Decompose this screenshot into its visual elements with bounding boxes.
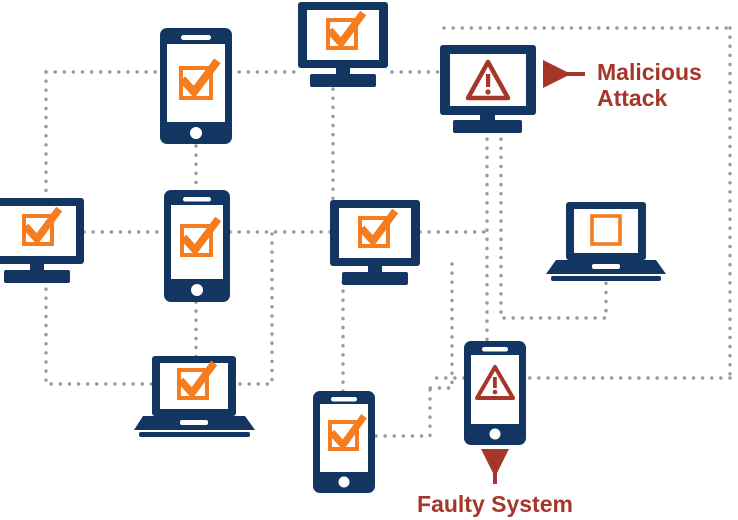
faulty-system-label: Faulty System xyxy=(417,491,573,517)
device-monitor-left[interactable] xyxy=(0,198,84,283)
device-desktop-alert-top-right[interactable] xyxy=(440,45,536,133)
connection-line xyxy=(238,230,274,386)
device-phone-top-left[interactable] xyxy=(160,28,232,144)
network-diagram-canvas: Malicious Attack Faulty System xyxy=(0,0,738,520)
malicious-attack-label-line2: Attack xyxy=(597,85,668,111)
device-phone-bottom-left[interactable] xyxy=(313,391,375,493)
connection-line xyxy=(374,386,432,438)
device-monitor-center[interactable] xyxy=(330,200,420,285)
device-laptop-right[interactable] xyxy=(546,202,666,281)
device-laptop-bottom-left[interactable] xyxy=(134,356,255,437)
device-phone-middle-left[interactable] xyxy=(164,190,230,302)
device-phone-alert-bottom[interactable] xyxy=(464,341,526,445)
connection-line xyxy=(428,262,454,390)
connection-line xyxy=(44,278,154,386)
malicious-attack-label-line1: Malicious xyxy=(597,59,702,85)
diagram-svg: Malicious Attack Faulty System xyxy=(0,2,732,517)
device-monitor-top-center[interactable] xyxy=(298,2,388,87)
